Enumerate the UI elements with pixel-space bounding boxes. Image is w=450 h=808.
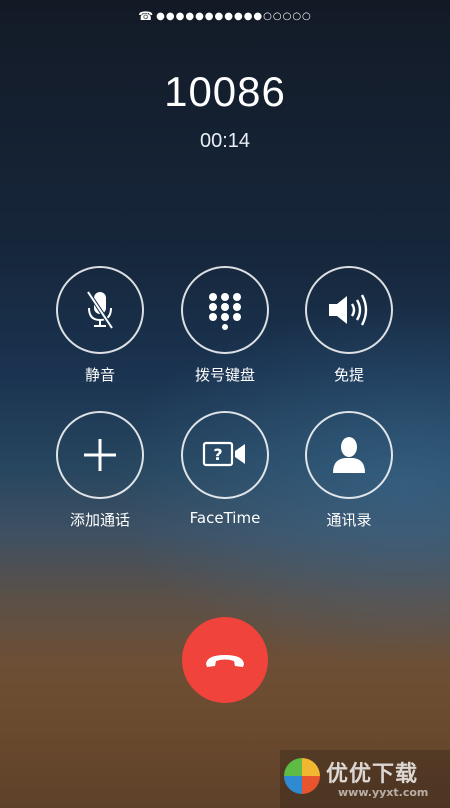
contacts-button-circle[interactable]: [305, 411, 393, 499]
mute-label: 静音: [84, 366, 115, 384]
watermark: 优优下载 www.yyxt.com: [280, 750, 450, 808]
signal-dots: ●●●●●●●●●●●○○○○○: [156, 10, 312, 22]
keypad-button-circle[interactable]: [181, 266, 269, 354]
end-call-icon: [206, 655, 244, 667]
status-bar: ☎ ●●●●●●●●●●●○○○○○: [0, 6, 450, 26]
end-call-button[interactable]: [182, 617, 268, 703]
facetime-label: FaceTime: [189, 509, 261, 527]
call-screen: ☎ ●●●●●●●●●●●○○○○○ 10086 00:14 静音 拨号键盘 免…: [0, 0, 450, 808]
facetime-icon: ?: [202, 441, 245, 467]
muted-microphone-icon: [86, 290, 114, 330]
watermark-logo: [284, 758, 320, 794]
contacts-button[interactable]: 通讯录: [303, 411, 395, 530]
phone-icon: ☎: [138, 9, 155, 23]
plus-icon: [84, 439, 116, 471]
call-timer: 00:14: [199, 130, 251, 152]
add-call-button-circle[interactable]: [56, 411, 144, 499]
contacts-label: 通讯录: [326, 511, 372, 529]
caller-number: 10086: [164, 68, 286, 115]
watermark-url: www.yyxt.com: [338, 786, 429, 799]
add-call-label: 添加通话: [69, 511, 130, 529]
keypad-icon: [209, 293, 241, 330]
watermark-text: 优优下载: [326, 762, 419, 787]
mute-button-circle[interactable]: [56, 266, 144, 354]
speaker-button[interactable]: 免提: [303, 266, 395, 385]
keypad-label: 拨号键盘: [194, 366, 255, 384]
mute-button[interactable]: 静音: [54, 266, 146, 385]
facetime-button[interactable]: ? FaceTime: [179, 411, 271, 527]
facetime-button-circle[interactable]: ?: [181, 411, 269, 499]
svg-text:?: ?: [213, 445, 222, 464]
add-call-button[interactable]: 添加通话: [54, 411, 146, 530]
speaker-icon: [329, 294, 368, 326]
contact-person-icon: [333, 437, 365, 473]
speaker-label: 免提: [333, 366, 364, 384]
keypad-button[interactable]: 拨号键盘: [179, 266, 271, 385]
speaker-button-circle[interactable]: [305, 266, 393, 354]
